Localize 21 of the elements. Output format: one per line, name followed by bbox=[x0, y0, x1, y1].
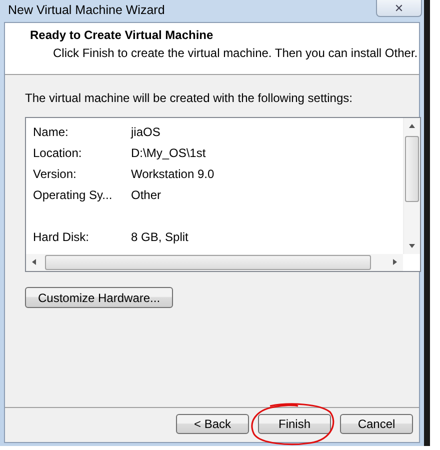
wizard-button[interactable]: < Back bbox=[176, 414, 249, 434]
close-button[interactable]: ✕ bbox=[376, 0, 422, 17]
horizontal-scrollbar[interactable] bbox=[26, 254, 403, 271]
setting-value: D:\My_OS\1st bbox=[131, 146, 206, 160]
setting-value: jiaOS bbox=[131, 124, 160, 138]
customize-hardware-button[interactable]: Customize Hardware... bbox=[25, 287, 174, 308]
setting-label: Hard Disk: bbox=[33, 230, 90, 244]
wizard-button[interactable]: Finish bbox=[258, 414, 331, 434]
wizard-button[interactable]: Cancel bbox=[340, 414, 413, 434]
setting-value: Workstation 9.0 bbox=[131, 166, 214, 180]
setting-label: Location: bbox=[33, 146, 82, 160]
page-subtitle: Click Finish to create the virtual machine. Then you can install Other. bbox=[52, 45, 419, 60]
setting-value: 8 GB, Split bbox=[131, 230, 188, 244]
setting-label: Version: bbox=[33, 166, 76, 180]
intro-text: The virtual machine will be created with the following settings: bbox=[25, 91, 352, 105]
setting-value: Other bbox=[131, 188, 162, 202]
setting-label: Name: bbox=[33, 124, 68, 138]
page-title: Ready to Create Virtual Machine bbox=[30, 28, 214, 42]
setting-label: Operating Sy... bbox=[33, 188, 112, 202]
window-title: New Virtual Machine Wizard bbox=[7, 2, 165, 17]
vertical-scrollbar[interactable] bbox=[403, 118, 420, 254]
